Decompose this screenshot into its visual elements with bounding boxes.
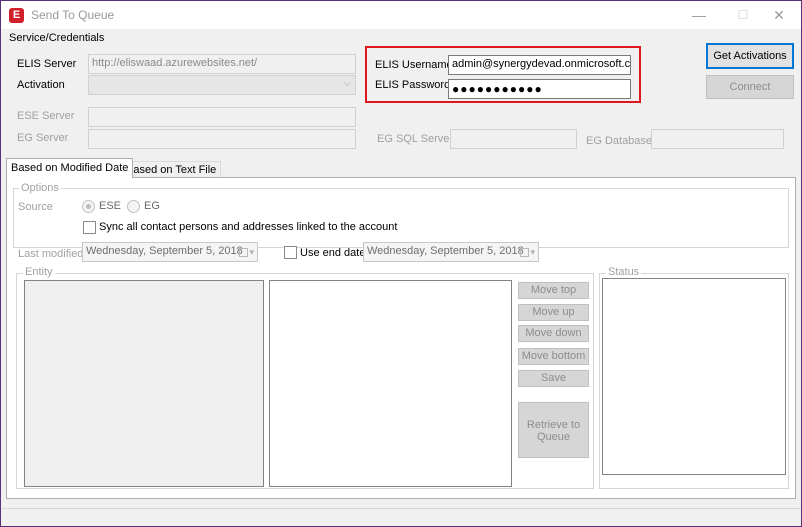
window-title: Send To Queue	[31, 8, 115, 22]
calendar-dropdown-icon: ▾	[516, 246, 535, 259]
move-up-button[interactable]: Move up	[518, 304, 589, 321]
eg-sql-server-label: EG SQL Server	[377, 133, 454, 145]
eg-server-field[interactable]	[88, 129, 356, 149]
activation-dropdown[interactable]: ⌵	[88, 75, 356, 95]
elis-password-label: ELIS Password	[375, 79, 451, 91]
retrieve-to-queue-button[interactable]: Retrieve to Queue	[518, 402, 589, 458]
connect-button[interactable]: Connect	[706, 75, 794, 99]
app-logo-icon: E	[9, 8, 24, 23]
retrieve-to-queue-line1: Retrieve to	[526, 419, 581, 431]
source-label: Source	[18, 201, 53, 213]
get-activations-button[interactable]: Get Activations	[706, 43, 794, 69]
source-eg-label: EG	[144, 200, 160, 212]
ese-server-field[interactable]	[88, 107, 356, 127]
tab-based-on-modified-date[interactable]: Based on Modified Date	[6, 158, 134, 178]
retrieve-to-queue-line2: Queue	[536, 431, 571, 443]
elis-username-label: ELIS Username	[375, 59, 453, 71]
status-log-box[interactable]	[602, 278, 786, 475]
minimize-button[interactable]: —	[679, 1, 719, 29]
use-end-date-checkbox[interactable]	[284, 246, 297, 259]
sync-contacts-checkbox[interactable]	[83, 221, 96, 234]
selected-entities-list[interactable]	[269, 280, 512, 487]
move-top-button[interactable]: Move top	[518, 282, 589, 299]
activation-label: Activation	[17, 79, 65, 91]
elis-server-label: ELIS Server	[17, 58, 77, 70]
tab-panel-modified-date: Options Source ESE EG Sync all contact p…	[6, 177, 796, 499]
end-date-datepicker[interactable]: Wednesday, September 5, 2018 ▾	[363, 242, 539, 262]
status-group-title: Status	[606, 266, 642, 278]
source-eg-radio[interactable]	[127, 200, 140, 213]
save-button[interactable]: Save	[518, 370, 589, 387]
eg-sql-server-field[interactable]	[450, 129, 577, 149]
maximize-button[interactable]: ☐	[723, 1, 763, 29]
options-group	[13, 188, 789, 248]
elis-server-field[interactable]: http://eliswaad.azurewebsites.net/	[88, 54, 356, 74]
sync-contacts-label: Sync all contact persons and addresses l…	[99, 221, 398, 233]
last-modified-datepicker[interactable]: Wednesday, September 5, 2018 ▾	[82, 242, 258, 262]
eg-database-field[interactable]	[651, 129, 784, 149]
end-date-value: Wednesday, September 5, 2018	[367, 245, 524, 257]
last-modified-label: Last modified	[18, 248, 84, 260]
send-to-queue-window: E Send To Queue — ☐ ✕ Service/Credential…	[0, 0, 802, 527]
elis-password-input[interactable]: ●●●●●●●●●●●	[448, 79, 631, 99]
chevron-down-icon: ⌵	[343, 78, 351, 89]
options-group-title: Options	[19, 182, 61, 194]
elis-username-input[interactable]: admin@synergydevad.onmicrosoft.com	[448, 55, 631, 75]
use-end-date-label: Use end date	[300, 247, 366, 259]
credentials-group-title: Service/Credentials	[9, 32, 105, 44]
eg-database-label: EG Database	[586, 135, 653, 147]
last-modified-value: Wednesday, September 5, 2018	[86, 245, 243, 257]
tab-based-on-text-file[interactable]: Based on Text File	[121, 161, 222, 178]
source-ese-label: ESE	[99, 200, 122, 212]
source-ese-radio[interactable]	[82, 200, 95, 213]
calendar-dropdown-icon: ▾	[235, 246, 254, 259]
eg-server-label: EG Server	[17, 132, 69, 144]
close-button[interactable]: ✕	[759, 1, 799, 29]
title-bar: E Send To Queue — ☐ ✕	[1, 1, 801, 29]
status-bar	[2, 508, 801, 526]
move-bottom-button[interactable]: Move bottom	[518, 348, 589, 365]
ese-server-label: ESE Server	[17, 110, 75, 122]
available-entities-list[interactable]	[24, 280, 264, 487]
move-down-button[interactable]: Move down	[518, 325, 589, 342]
entity-group-title: Entity	[23, 266, 55, 278]
